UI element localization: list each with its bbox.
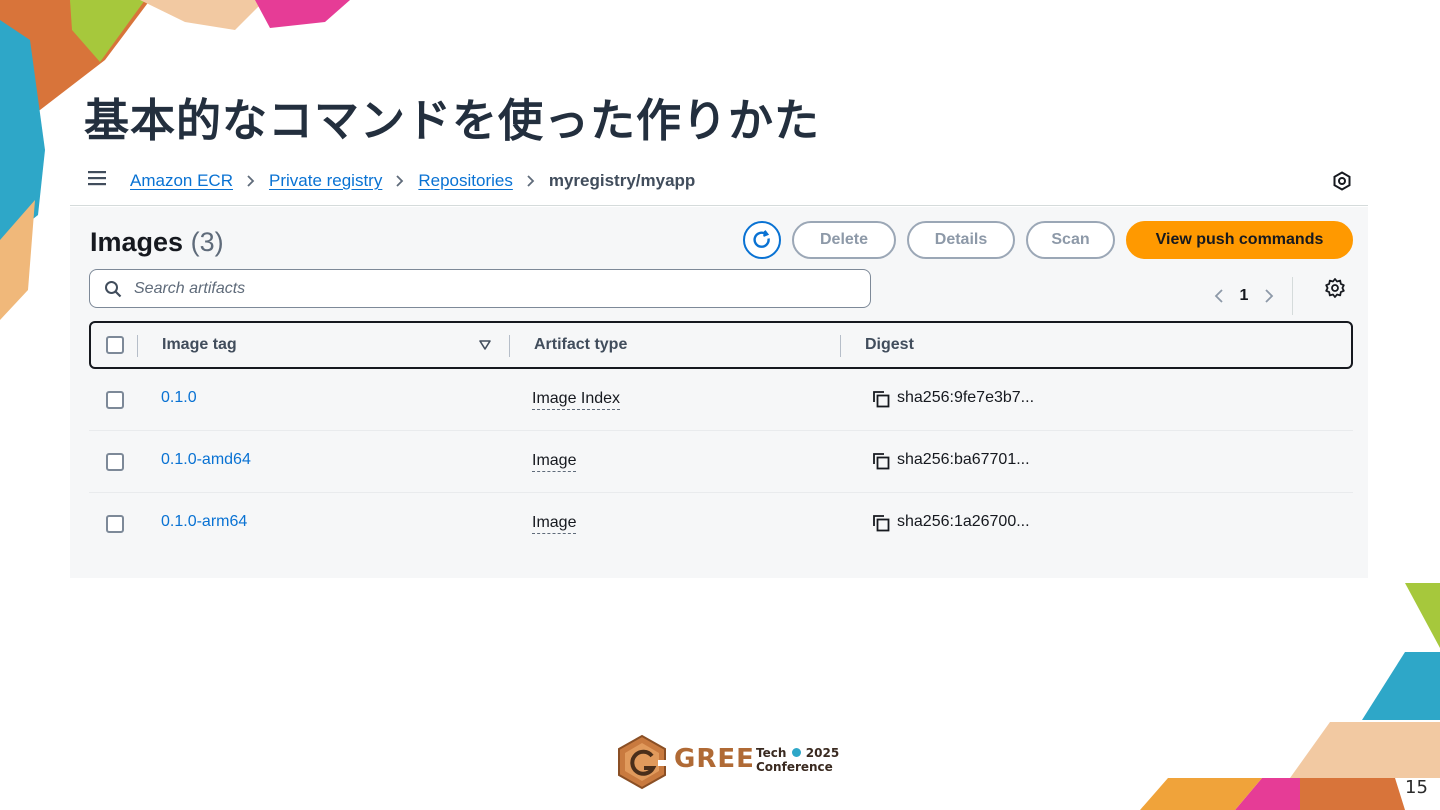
ecr-console-panel: Amazon ECR Private registry Repositories…	[70, 156, 1368, 578]
row-checkbox[interactable]	[106, 453, 124, 471]
hamburger-menu-icon[interactable]	[88, 170, 106, 186]
pagination-previous-button[interactable]	[1208, 285, 1230, 307]
row-checkbox[interactable]	[106, 515, 124, 533]
artifact-type[interactable]: Image	[532, 451, 577, 472]
refresh-button[interactable]	[743, 221, 781, 259]
refresh-icon	[753, 230, 770, 248]
chevron-right-icon	[247, 175, 255, 187]
table-row: 0.1.0-arm64 Image sha256:1a26700...	[89, 493, 1353, 555]
top-navigation-bar: Amazon ECR Private registry Repositories…	[70, 156, 1368, 206]
view-push-commands-button[interactable]: View push commands	[1126, 221, 1353, 259]
gree-logo-badge-icon	[618, 734, 668, 790]
search-field[interactable]	[89, 269, 871, 308]
logo-tech-text: Tech	[756, 746, 787, 760]
logo-dot-icon	[791, 748, 801, 757]
chevron-right-icon	[1265, 289, 1274, 303]
breadcrumb-current-repository: myregistry/myapp	[548, 171, 696, 190]
breadcrumb-amazon-ecr[interactable]: Amazon ECR	[130, 171, 233, 191]
image-tag-link[interactable]: 0.1.0-amd64	[161, 451, 251, 469]
image-tag-link[interactable]: 0.1.0	[161, 389, 197, 407]
table-row: 0.1.0-amd64 Image sha256:ba67701...	[89, 431, 1353, 493]
image-tag-link[interactable]: 0.1.0-arm64	[161, 513, 247, 531]
hexagon-info-icon[interactable]	[1332, 171, 1352, 191]
column-divider	[137, 335, 138, 357]
breadcrumb: Amazon ECR Private registry Repositories…	[130, 171, 695, 191]
chevron-right-icon	[396, 175, 404, 187]
digest-value: sha256:ba67701...	[897, 451, 1030, 468]
images-content: Images (3) Delete Details Scan View push…	[70, 207, 1368, 578]
images-table: Image tag Artifact type Digest 0.1.0 Ima…	[89, 321, 1353, 555]
table-row: 0.1.0 Image Index sha256:9fe7e3b7...	[89, 369, 1353, 431]
column-divider	[840, 335, 841, 357]
details-button[interactable]: Details	[907, 221, 1015, 259]
chevron-left-icon	[1214, 289, 1223, 303]
row-checkbox[interactable]	[106, 391, 124, 409]
action-buttons: Delete Details Scan View push commands	[743, 221, 1353, 259]
select-all-checkbox[interactable]	[106, 336, 124, 354]
logo-conference-text: Conference	[756, 760, 833, 774]
chevron-right-icon	[527, 175, 535, 187]
breadcrumb-private-registry[interactable]: Private registry	[269, 171, 382, 191]
images-count: (3)	[190, 227, 224, 257]
pagination-next-button[interactable]	[1258, 285, 1280, 307]
pagination: 1	[1208, 277, 1293, 315]
pagination-divider	[1292, 277, 1293, 315]
column-divider	[509, 335, 510, 357]
pagination-current-page[interactable]: 1	[1230, 287, 1258, 305]
artifact-type[interactable]: Image Index	[532, 389, 621, 410]
sort-descending-icon[interactable]	[479, 340, 491, 350]
scan-button[interactable]: Scan	[1026, 221, 1115, 259]
breadcrumb-repositories[interactable]: Repositories	[418, 171, 513, 191]
logo-tech-line: Tech 2025	[756, 746, 839, 760]
column-header-digest[interactable]: Digest	[865, 336, 914, 354]
images-heading: Images (3)	[90, 227, 224, 258]
gree-tech-conference-logo: GREE Tech 2025 Conference	[614, 734, 839, 790]
copy-icon[interactable]	[871, 389, 891, 409]
images-heading-label: Images	[90, 227, 184, 257]
delete-button[interactable]: Delete	[792, 221, 896, 259]
logo-wordmark: GREE	[674, 744, 755, 774]
artifact-type[interactable]: Image	[532, 513, 577, 534]
slide-title: 基本的なコマンドを使った作りかた	[84, 94, 821, 147]
digest-value: sha256:1a26700...	[897, 513, 1030, 530]
gear-icon[interactable]	[1324, 277, 1346, 299]
search-icon	[105, 281, 122, 298]
column-header-image-tag[interactable]: Image tag	[162, 336, 237, 354]
column-header-artifact-type[interactable]: Artifact type	[534, 336, 627, 354]
copy-icon[interactable]	[871, 513, 891, 533]
table-header: Image tag Artifact type Digest	[89, 321, 1353, 369]
search-input[interactable]	[134, 278, 854, 300]
copy-icon[interactable]	[871, 451, 891, 471]
digest-value: sha256:9fe7e3b7...	[897, 389, 1035, 406]
logo-year: 2025	[805, 746, 840, 760]
page-number: 15	[1405, 777, 1428, 798]
